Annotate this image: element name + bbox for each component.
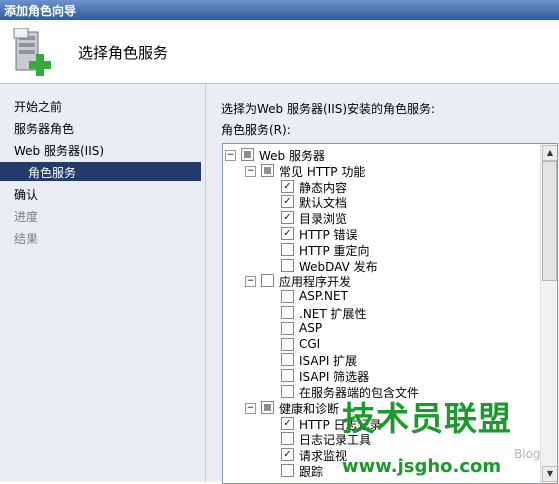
role-service-checkbox[interactable]: ✓ (281, 416, 294, 430)
role-services-label: 角色服务(R): (221, 123, 291, 137)
tree-item[interactable]: CGI (223, 337, 539, 353)
tree-item[interactable]: ASP.NET (223, 289, 539, 305)
role-service-checkbox[interactable] (281, 432, 294, 446)
tree-item[interactable]: ✓ 目录浏览 (223, 210, 539, 226)
nav-step-role-services-label: 角色服务 (28, 166, 77, 180)
tree-item[interactable]: ✓ 静态内容 (223, 179, 539, 195)
role-service-label: ISAPI 扩展 (299, 354, 358, 369)
expand-collapse-icon[interactable]: − (245, 276, 256, 288)
role-service-label: 应用程序开发 (279, 275, 352, 290)
watermark-blog: Blog (514, 447, 541, 461)
role-service-checkbox[interactable]: ✓ (281, 227, 294, 240)
page-title: 选择角色服务 (78, 44, 169, 62)
tree-item[interactable]: − Web 服务器 (223, 147, 539, 163)
nav-step-confirmation[interactable]: 确认 (14, 186, 38, 203)
nav-step-server-roles[interactable]: 服务器角色 (14, 120, 74, 137)
role-service-label: 默认文档 (299, 196, 348, 211)
role-service-label: 请求监视 (299, 449, 348, 464)
role-service-label: WebDAV 发布 (299, 259, 378, 274)
tree-item[interactable]: − 常见 HTTP 功能 (223, 163, 539, 179)
role-service-checkbox[interactable] (281, 464, 294, 477)
tree-item[interactable]: ISAPI 扩展 (223, 352, 539, 368)
role-service-label: 跟踪 (299, 465, 324, 479)
expand-collapse-icon[interactable]: − (245, 165, 256, 177)
expand-collapse-icon[interactable]: − (225, 150, 236, 161)
nav-step-before-you-begin[interactable]: 开始之前 (14, 98, 62, 115)
role-service-checkbox[interactable] (281, 369, 294, 383)
role-service-checkbox[interactable] (281, 290, 294, 304)
window-title: 添加角色向导 (4, 4, 77, 18)
role-service-label: 静态内容 (299, 180, 348, 195)
tree-item[interactable]: ASP (223, 321, 539, 337)
scroll-thumb[interactable] (542, 161, 557, 281)
role-service-checkbox[interactable] (261, 274, 274, 288)
role-service-checkbox[interactable]: ✓ (281, 211, 294, 225)
role-service-checkbox[interactable] (261, 163, 274, 177)
role-service-label: 目录浏览 (299, 212, 348, 227)
tree-item[interactable]: HTTP 重定向 (223, 242, 539, 258)
role-service-checkbox[interactable]: ✓ (281, 448, 294, 462)
role-service-checkbox[interactable] (281, 242, 294, 256)
watermark: 技术员联盟 Blog www.jsgho.com (342, 392, 557, 482)
role-service-checkbox[interactable]: ✓ (281, 179, 294, 193)
title-bar[interactable]: 添加角色向导 (0, 0, 559, 20)
role-service-label: CGI (299, 336, 321, 351)
nav-step-progress: 进度 (14, 210, 39, 224)
role-service-label: .NET 扩展性 (299, 307, 367, 321)
nav-step-web-server[interactable]: Web 服务器(IIS) (14, 142, 104, 159)
role-service-checkbox[interactable] (281, 258, 294, 272)
nav-step-results: 结果 (14, 232, 39, 246)
role-service-label: ASP.NET (299, 289, 348, 304)
wizard-header: 选择角色服务 (0, 20, 559, 84)
server-add-icon (13, 28, 51, 76)
role-service-label: 健康和诊断 (279, 401, 340, 416)
tree-item[interactable]: ✓ 默认文档 (223, 194, 539, 210)
wizard-steps-nav: 开始之前 服务器角色 Web 服务器(IIS) 角色服务 确认 进度 结果 (0, 84, 206, 482)
scroll-up-button[interactable]: ▲ (542, 145, 557, 161)
tree-item[interactable]: .NET 扩展性 (223, 305, 539, 321)
role-service-label: HTTP 错误 (299, 228, 358, 242)
role-service-checkbox[interactable] (281, 306, 294, 319)
role-service-checkbox[interactable] (261, 400, 274, 414)
nav-step-role-services[interactable]: 角色服务 (0, 162, 201, 181)
role-service-checkbox[interactable] (281, 321, 294, 335)
role-service-label: HTTP 重定向 (299, 243, 370, 258)
role-service-checkbox[interactable] (281, 353, 294, 367)
role-service-checkbox[interactable] (241, 148, 254, 161)
tree-item[interactable]: − 应用程序开发 (223, 273, 539, 289)
role-service-label: ASP (299, 320, 323, 335)
tree-item[interactable]: ✓ HTTP 错误 (223, 226, 539, 242)
watermark-url: www.jsgho.com (342, 456, 502, 477)
role-service-label: Web 服务器 (259, 149, 325, 163)
role-service-checkbox[interactable] (281, 385, 294, 398)
watermark-text: 技术员联盟 (342, 399, 512, 438)
role-service-label: 常见 HTTP 功能 (279, 164, 366, 179)
tree-item[interactable]: ISAPI 筛选器 (223, 368, 539, 384)
expand-collapse-icon[interactable]: − (245, 402, 256, 414)
role-services-description: 选择为Web 服务器(IIS)安装的角色服务: (221, 102, 436, 116)
role-service-label: ISAPI 筛选器 (299, 370, 370, 385)
role-service-checkbox[interactable]: ✓ (281, 195, 294, 209)
role-service-checkbox[interactable] (281, 337, 294, 351)
tree-item[interactable]: WebDAV 发布 (223, 258, 539, 274)
